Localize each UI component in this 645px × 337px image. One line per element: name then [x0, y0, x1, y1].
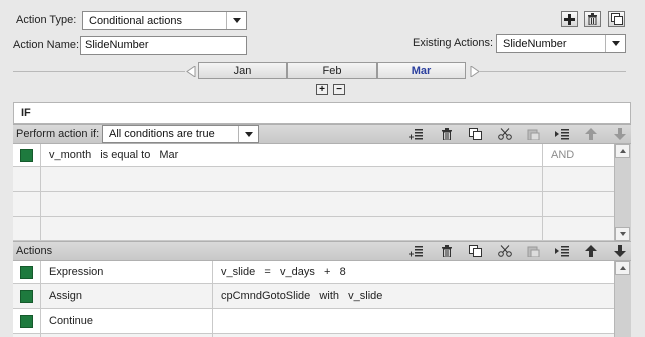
add-tab-button[interactable]: + — [316, 84, 328, 95]
move-up-icon[interactable] — [582, 127, 599, 141]
action-command: Expression — [49, 266, 104, 278]
if-section-header: IF — [13, 102, 631, 124]
actions-scrollbar[interactable] — [614, 261, 631, 337]
trash-icon[interactable] — [584, 11, 601, 27]
row-marker — [20, 314, 33, 328]
perform-action-select[interactable]: All conditions are true — [102, 125, 259, 143]
action-name-label: Action Name: — [13, 39, 80, 51]
action-type-label: Action Type: — [16, 14, 77, 26]
row-marker — [20, 265, 33, 279]
action-type-value: Conditional actions — [89, 14, 182, 27]
if-title: IF — [21, 107, 31, 119]
action-row[interactable]: Assign cpCmndGotoSlide with v_slide — [13, 284, 614, 309]
condition-operator: is equal to — [100, 149, 151, 161]
action-command: Continue — [49, 315, 94, 327]
action-detail: cpCmndGotoSlide with v_slide — [212, 284, 614, 308]
row-marker — [20, 148, 33, 162]
insert-action-icon[interactable] — [554, 244, 571, 258]
existing-actions-select[interactable]: SlideNumber — [496, 34, 626, 53]
move-down-icon[interactable] — [611, 244, 628, 258]
condition-variable: v_month — [49, 149, 92, 161]
chevron-down-icon — [238, 126, 258, 142]
insert-condition-icon[interactable] — [554, 127, 571, 141]
duplicate-icon[interactable] — [608, 11, 625, 27]
action-command: Assign — [49, 290, 83, 302]
chevron-down-icon — [226, 12, 246, 29]
action-name-input[interactable]: SlideNumber — [80, 36, 247, 55]
existing-actions-label: Existing Actions: — [413, 37, 494, 49]
tab-jan[interactable]: Jan — [198, 62, 287, 79]
action-row[interactable]: Continue — [13, 309, 614, 334]
tab-divider-right — [480, 71, 626, 72]
tab-mar[interactable]: Mar — [377, 62, 466, 79]
actions-title: Actions — [16, 245, 53, 257]
add-condition-icon[interactable] — [408, 127, 425, 141]
tab-feb[interactable]: Feb — [287, 62, 377, 79]
condition-row[interactable]: v_month is equal to Mar AND — [13, 144, 614, 167]
add-action-icon[interactable] — [408, 244, 425, 258]
copy-icon[interactable] — [467, 244, 484, 258]
action-detail — [212, 309, 614, 333]
condition-row-empty[interactable] — [13, 167, 614, 192]
scroll-right-icon[interactable] — [470, 65, 480, 80]
condition-join[interactable]: AND — [542, 144, 614, 166]
scroll-up-icon[interactable] — [615, 144, 630, 158]
action-type-select[interactable]: Conditional actions — [82, 11, 247, 30]
perform-action-label: Perform action if: — [16, 128, 100, 140]
action-row[interactable]: Expression v_slide = v_days + 8 — [13, 261, 614, 284]
tab-divider-left — [13, 71, 185, 72]
move-up-icon[interactable] — [582, 244, 599, 258]
scroll-left-icon[interactable] — [186, 65, 196, 80]
cut-icon[interactable] — [496, 244, 513, 258]
add-icon[interactable] — [561, 11, 578, 27]
condition-row-empty[interactable] — [13, 192, 614, 217]
condition-value: Mar — [159, 149, 179, 161]
cut-icon[interactable] — [496, 127, 513, 141]
chevron-down-icon — [605, 35, 625, 52]
paste-icon[interactable] — [525, 244, 542, 258]
existing-actions-value: SlideNumber — [503, 37, 567, 50]
scroll-up-icon[interactable] — [615, 261, 630, 275]
paste-icon[interactable] — [525, 127, 542, 141]
perform-action-value: All conditions are true — [109, 128, 215, 140]
remove-tab-button[interactable]: − — [333, 84, 345, 95]
move-down-icon[interactable] — [611, 127, 628, 141]
trash-icon[interactable] — [438, 244, 455, 258]
action-detail: v_slide = v_days + 8 — [212, 261, 614, 283]
scroll-down-icon[interactable] — [615, 227, 630, 241]
row-marker — [20, 289, 33, 303]
if-scrollbar[interactable] — [614, 144, 631, 241]
copy-icon[interactable] — [467, 127, 484, 141]
trash-icon[interactable] — [438, 127, 455, 141]
condition-row-empty[interactable] — [13, 217, 614, 241]
